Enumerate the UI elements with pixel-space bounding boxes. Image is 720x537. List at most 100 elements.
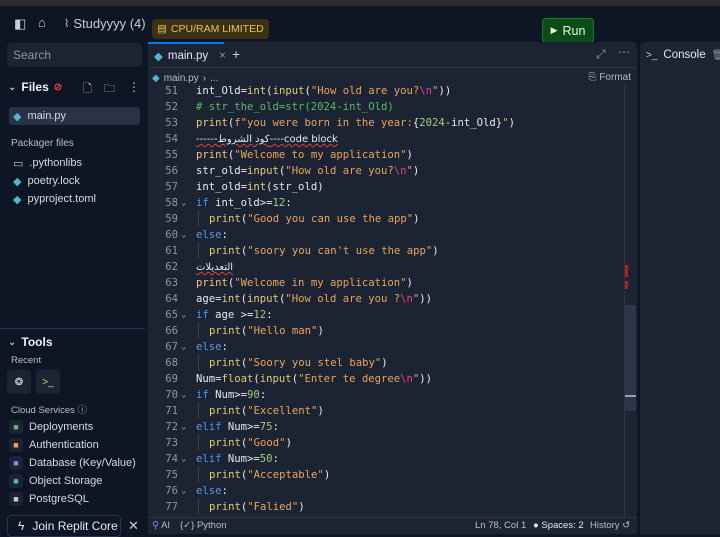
- code-line[interactable]: 51 int_Old=int(input("How old are you?\n"…: [148, 83, 626, 99]
- format-button[interactable]: ⎘ Format: [589, 72, 631, 83]
- code-token: else: [196, 341, 222, 353]
- sidebar-toggle-icon[interactable]: ◧: [14, 16, 26, 32]
- code-token: elif: [196, 453, 222, 465]
- code-token: "Hello man": [247, 325, 318, 337]
- files-header[interactable]: ⌄ Files ⊘: [8, 80, 62, 94]
- code-token: "How old are you?: [285, 165, 394, 177]
- fold-chevron-icon[interactable]: ⌄: [181, 339, 186, 355]
- history-button[interactable]: History ↺: [590, 520, 630, 531]
- code-line[interactable]: 63 print("Welcome in my application"): [148, 275, 626, 291]
- more-options-icon[interactable]: ⋮: [128, 80, 140, 94]
- code-line[interactable]: 67 ⌄ else:: [148, 339, 626, 355]
- code-line[interactable]: 73 print("Good"): [148, 435, 626, 451]
- fold-chevron-icon[interactable]: ⌄: [181, 307, 186, 323]
- indent-guide: [198, 435, 199, 451]
- trash-icon[interactable]: 🗑: [712, 50, 720, 61]
- language-indicator[interactable]: {✓} Python: [180, 520, 227, 531]
- editor-pane: ◆ main.py × + ⤢ ⋯ ◆ main.py › ... ⎘ Form…: [148, 42, 637, 534]
- code-token: ): [323, 469, 331, 481]
- service-database-key-value-[interactable]: ■ Database (Key/Value): [9, 456, 136, 470]
- recent-packages-icon[interactable]: ❂: [7, 370, 31, 394]
- service-deployments[interactable]: ■ Deployments: [9, 420, 93, 434]
- code-line[interactable]: 56 str_old=input("How old are you?\n"): [148, 163, 626, 179]
- spaces-indicator[interactable]: ● Spaces: 2: [533, 520, 584, 531]
- indent-guide: [198, 499, 199, 515]
- code-line[interactable]: 68 print("Soory you stel baby"): [148, 355, 626, 371]
- code-token: Num>=: [221, 421, 260, 433]
- code-token: print: [196, 117, 228, 129]
- search-input[interactable]: Search: [7, 43, 142, 67]
- fold-chevron-icon[interactable]: ⌄: [181, 419, 186, 435]
- code-line[interactable]: 62 التعديلات: [148, 259, 626, 275]
- code-token: ): [413, 213, 420, 225]
- service-object-storage[interactable]: ■ Object Storage: [9, 474, 102, 488]
- folder-pythonlibs[interactable]: ▭ .pythonlibs: [9, 154, 140, 172]
- line-number: 59: [165, 213, 178, 225]
- breadcrumb-file[interactable]: main.py: [164, 73, 199, 84]
- indent-guide: [198, 323, 199, 339]
- close-tab-icon[interactable]: ×: [219, 50, 226, 62]
- code-line[interactable]: 72 ⌄ elif Num>=75:: [148, 419, 626, 435]
- recent-shell-icon[interactable]: >_: [36, 370, 60, 394]
- code-line[interactable]: 61 print("soory you can't use the app"): [148, 243, 626, 259]
- new-tab-icon[interactable]: +: [232, 46, 240, 62]
- fold-chevron-icon[interactable]: ⌄: [181, 227, 186, 243]
- new-folder-icon[interactable]: 🗀: [104, 80, 115, 99]
- code-line[interactable]: 76 ⌄ else:: [148, 483, 626, 499]
- code-line[interactable]: 69 Num=float(input("Enter te degree\n")): [148, 371, 626, 387]
- run-button[interactable]: ▶ Run: [542, 18, 594, 43]
- code-line[interactable]: 64 age=int(input("How old are you ?\n")): [148, 291, 626, 307]
- fold-chevron-icon[interactable]: ⌄: [181, 451, 186, 467]
- tab-console[interactable]: >_ Console 🗑: [646, 49, 720, 61]
- code-line[interactable]: 57 int_old=int(str_old): [148, 179, 626, 195]
- more-icon[interactable]: ⋯: [618, 45, 630, 59]
- tab-main-py[interactable]: ◆ main.py ×: [148, 42, 226, 68]
- code-line[interactable]: 77 print("Falied"): [148, 499, 626, 515]
- code-line[interactable]: 70 ⌄ if Num>=90:: [148, 387, 626, 403]
- maximize-icon[interactable]: ⤢: [596, 47, 606, 62]
- tools-header[interactable]: ⌄ Tools: [8, 335, 53, 349]
- code-line[interactable]: 65 ⌄ if age >=12:: [148, 307, 626, 323]
- python-icon: ◆: [152, 72, 160, 84]
- code-line[interactable]: 52 # str_the_old=str(2024-int_Old): [148, 99, 626, 115]
- code-line[interactable]: 58 ⌄ if int_old>=12:: [148, 195, 626, 211]
- info-icon[interactable]: ⓘ: [78, 405, 88, 416]
- fold-chevron-icon[interactable]: ⌄: [181, 387, 186, 403]
- line-number: 64: [165, 293, 178, 305]
- ai-button[interactable]: ⚲ AI: [152, 520, 170, 531]
- file-poetry-lock[interactable]: ◆ poetry.lock: [9, 172, 140, 190]
- home-icon[interactable]: ⌂: [38, 15, 46, 30]
- new-file-icon[interactable]: 🗋: [83, 80, 92, 99]
- file-pyproject-toml[interactable]: ◆ pyproject.toml: [9, 190, 140, 208]
- breadcrumb-more[interactable]: ...: [210, 73, 218, 84]
- code-token: else: [196, 485, 222, 497]
- python-icon: ◆: [13, 110, 22, 123]
- service-authentication[interactable]: ■ Authentication: [9, 438, 99, 452]
- service-postgresql[interactable]: ■ PostgreSQL: [9, 492, 89, 506]
- code-line[interactable]: 55 print("Welcome to my application"): [148, 147, 626, 163]
- code-line[interactable]: 74 ⌄ elif Num>=50:: [148, 451, 626, 467]
- cursor-position[interactable]: Ln 78, Col 1: [475, 520, 526, 531]
- code-line[interactable]: 54 ------كود الشروط----code block: [148, 131, 626, 147]
- fold-chevron-icon[interactable]: ⌄: [181, 483, 186, 499]
- scrollbar[interactable]: [624, 83, 636, 517]
- cpu-ram-badge[interactable]: ▤ CPU/RAM LIMITED: [152, 19, 269, 39]
- line-number: 63: [165, 277, 178, 289]
- code-line[interactable]: 75 print("Acceptable"): [148, 467, 626, 483]
- fold-chevron-icon[interactable]: ⌄: [181, 195, 186, 211]
- service-label: Database (Key/Value): [29, 457, 136, 469]
- code-line[interactable]: 53 print(f"you were born in the year:{202…: [148, 115, 626, 131]
- cloud-services-label: Cloud Services ⓘ: [11, 405, 88, 416]
- line-number: 57: [165, 181, 178, 193]
- code-token: \n: [400, 293, 413, 305]
- code-line[interactable]: 60 ⌄ else:: [148, 227, 626, 243]
- code-line[interactable]: 66 print("Hello man"): [148, 323, 626, 339]
- code-editor[interactable]: 51 int_Old=int(input("How old are you?\n"…: [148, 83, 626, 517]
- file-main-py[interactable]: ◆ main.py: [9, 107, 140, 125]
- indent-guide: [198, 355, 199, 371]
- code-line[interactable]: 59 print("Good you can use the app"): [148, 211, 626, 227]
- project-name[interactable]: ⌇ Studyyyy (4): [64, 16, 146, 31]
- close-icon[interactable]: ✕: [128, 518, 139, 534]
- code-line[interactable]: 71 print("Excellent"): [148, 403, 626, 419]
- code-token: elif: [196, 421, 222, 433]
